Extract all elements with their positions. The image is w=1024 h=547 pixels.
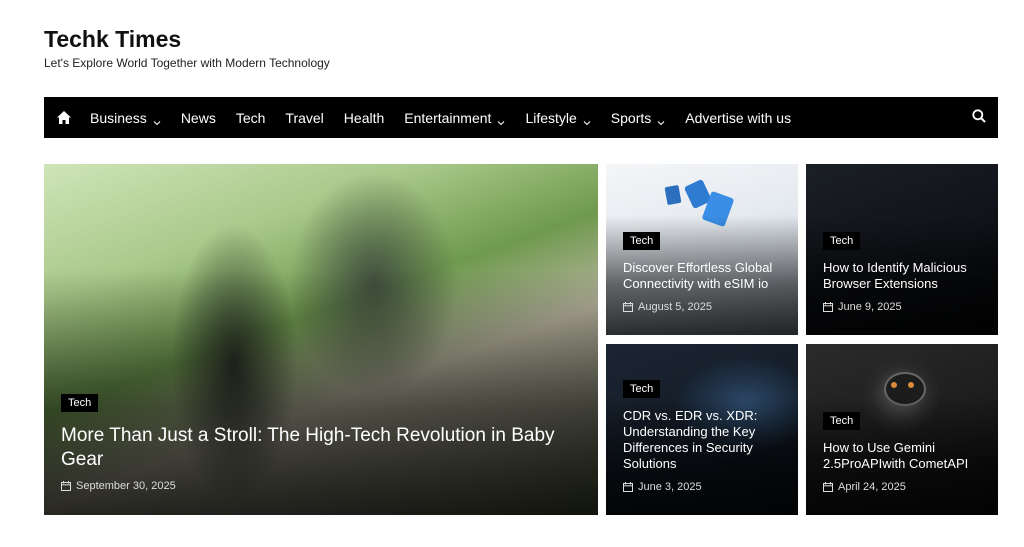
category-badge[interactable]: Tech: [623, 380, 661, 398]
nav-item-label: Health: [343, 109, 385, 126]
nav-item-news[interactable]: News: [181, 110, 216, 126]
post-card[interactable]: Tech CDR vs. EDR vs. XDR: Understanding …: [606, 344, 798, 515]
category-badge[interactable]: Tech: [61, 394, 99, 412]
post-date: September 30, 2025: [61, 480, 176, 492]
nav-item-label: Entertainment: [404, 109, 492, 126]
nav-item-label: Travel: [285, 109, 324, 126]
nav-item-lifestyle[interactable]: Lifestyle: [525, 109, 591, 126]
post-date: April 24, 2025: [823, 481, 906, 493]
chevron-down-icon: [497, 114, 505, 125]
calendar-icon: [823, 482, 833, 492]
post-title[interactable]: CDR vs. EDR vs. XDR: Understanding the K…: [623, 408, 788, 472]
calendar-icon: [623, 302, 633, 312]
site-tagline: Let's Explore World Together with Modern…: [44, 56, 330, 70]
post-date-text: June 9, 2025: [838, 301, 902, 313]
nav-item-health[interactable]: Health: [344, 110, 384, 126]
chevron-down-icon: [583, 114, 591, 125]
post-date: June 3, 2025: [623, 481, 702, 493]
nav-item-label: Business: [90, 109, 147, 126]
category-badge[interactable]: Tech: [823, 232, 861, 250]
post-date-text: April 24, 2025: [838, 481, 906, 493]
category-badge[interactable]: Tech: [823, 412, 861, 430]
nav-item-entertainment[interactable]: Entertainment: [404, 110, 505, 126]
chevron-down-icon: [153, 114, 161, 125]
post-date: August 5, 2025: [623, 301, 712, 313]
nav-item-label: Sports: [610, 109, 652, 126]
nav-item-label: Tech: [235, 109, 266, 126]
calendar-icon: [823, 302, 833, 312]
post-title[interactable]: How to Use Gemini 2.5ProAPIwith CometAPI: [823, 440, 988, 472]
main-navbar: Business News Tech Travel Health Enterta…: [44, 97, 998, 138]
post-title[interactable]: Discover Effortless Global Connectivity …: [623, 260, 788, 292]
site-header: Techk Times Let's Explore World Together…: [44, 26, 330, 70]
calendar-icon: [61, 481, 71, 491]
calendar-icon: [623, 482, 633, 492]
category-badge[interactable]: Tech: [623, 232, 661, 250]
site-title[interactable]: Techk Times: [44, 26, 330, 52]
post-card[interactable]: Tech How to Use Gemini 2.5ProAPIwith Com…: [806, 344, 998, 515]
nav-item-sports[interactable]: Sports: [611, 110, 665, 126]
nav-item-business[interactable]: Business: [90, 110, 161, 126]
home-icon[interactable]: [56, 110, 72, 126]
post-date-text: June 3, 2025: [638, 481, 702, 493]
featured-post-card[interactable]: Tech More Than Just a Stroll: The High-T…: [44, 164, 598, 515]
nav-item-tech[interactable]: Tech: [236, 110, 266, 126]
post-title[interactable]: How to Identify Malicious Browser Extens…: [823, 260, 988, 292]
nav-item-label: News: [180, 109, 216, 126]
post-date-text: August 5, 2025: [638, 301, 713, 313]
post-card[interactable]: Tech How to Identify Malicious Browser E…: [806, 164, 998, 335]
post-date: June 9, 2025: [823, 301, 902, 313]
post-card[interactable]: Tech Discover Effortless Global Connecti…: [606, 164, 798, 335]
search-icon[interactable]: [972, 109, 988, 125]
featured-post-title[interactable]: More Than Just a Stroll: The High-Tech R…: [61, 424, 581, 472]
post-date-text: September 30, 2025: [76, 480, 176, 492]
nav-item-label: Lifestyle: [525, 109, 577, 126]
nav-item-advertise[interactable]: Advertise with us: [685, 110, 791, 126]
nav-item-travel[interactable]: Travel: [285, 110, 323, 126]
nav-item-label: Advertise with us: [685, 109, 792, 126]
chevron-down-icon: [657, 114, 665, 125]
